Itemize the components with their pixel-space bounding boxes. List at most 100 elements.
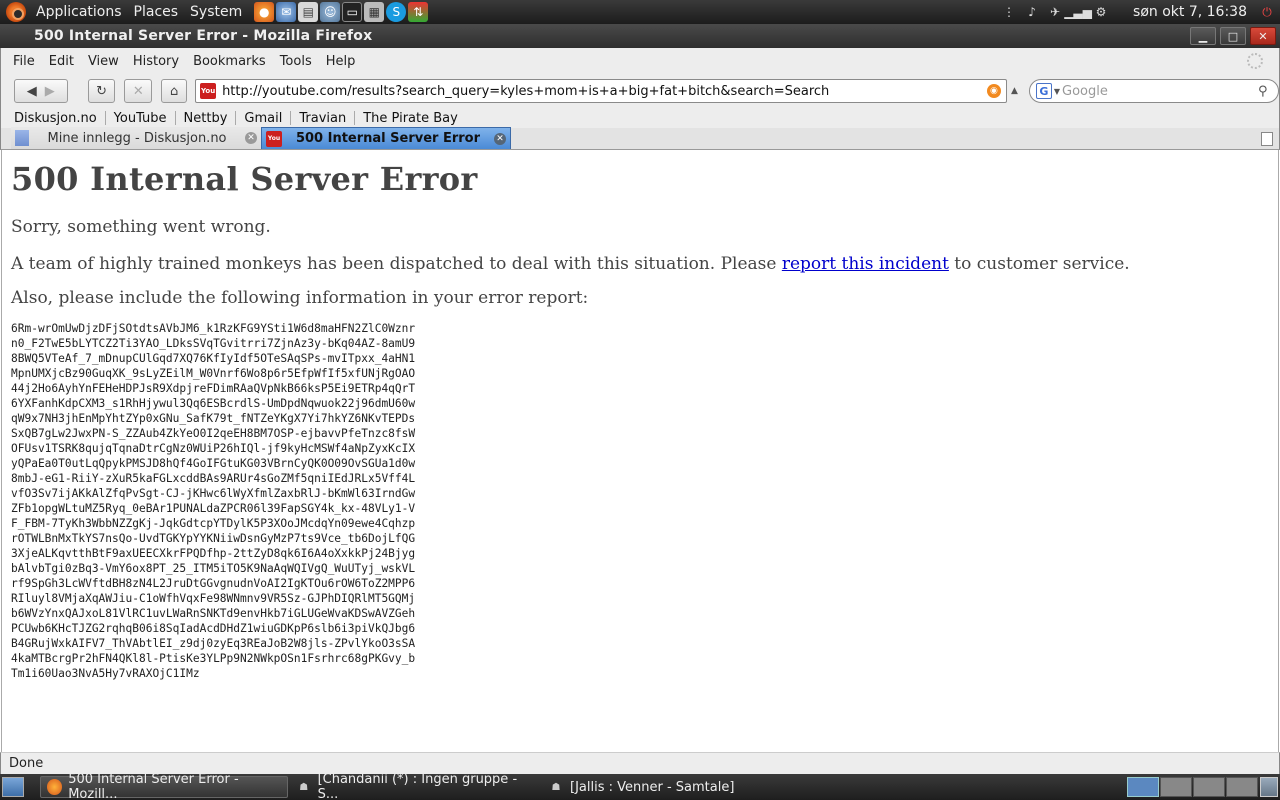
text-editor-icon[interactable]: ▤ <box>298 2 319 22</box>
forward-arrow-icon[interactable]: ▶ <box>45 84 55 99</box>
menu-history[interactable]: History <box>126 54 186 69</box>
bookmark-piratebay[interactable]: The Pirate Bay <box>355 111 466 126</box>
minimize-button[interactable]: ▁ <box>1190 27 1216 45</box>
error-line: 3XjeALKqvtthBtF9axUEECXkrFPQDfhp-2ttZyD8… <box>11 547 416 560</box>
workspace-4[interactable] <box>1226 777 1258 797</box>
menu-edit[interactable]: Edit <box>42 54 81 69</box>
ubuntu-logo-icon[interactable] <box>6 2 26 22</box>
list-all-tabs-icon[interactable] <box>1261 132 1273 146</box>
bookmark-travian[interactable]: Travian <box>291 111 354 126</box>
menu-tools[interactable]: Tools <box>273 54 319 69</box>
tab-label: 500 Internal Server Error <box>295 131 481 146</box>
terminal-icon[interactable]: ▭ <box>342 2 363 22</box>
error-report-block: 6Rm-wrOmUwDjzDFjSOtdtsAVbJM6_k1RzKFG9YSt… <box>11 321 1278 681</box>
youtube-favicon-icon: You <box>266 130 282 147</box>
error-line: ZFb1opgWLtuMZ5Ryq_0eBAr1PUNALdaZPCR06l39… <box>11 502 416 515</box>
error-line: PCUwb6KHcTJZG2rqhqB06i8SqIadAcdDHdZ1wiuG… <box>11 622 416 635</box>
google-engine-icon[interactable]: G <box>1035 83 1052 99</box>
error-heading: 500 Internal Server Error <box>11 160 478 198</box>
url-bar[interactable]: You http://youtube.com/results?search_qu… <box>195 79 1007 103</box>
home-button[interactable]: ⌂ <box>161 79 188 103</box>
trash-icon[interactable] <box>1260 777 1278 797</box>
monkeys-text-end: to customer service. <box>948 254 1130 274</box>
bookmark-youtube[interactable]: YouTube <box>106 111 175 126</box>
applications-menu[interactable]: Applications <box>30 4 128 20</box>
menu-file[interactable]: File <box>6 54 42 69</box>
taskbar-item-firefox[interactable]: 500 Internal Server Error - Mozill... <box>40 772 288 800</box>
maximize-button[interactable]: □ <box>1220 27 1246 45</box>
feed-icon[interactable]: ◉ <box>986 84 1001 98</box>
task-label: [Jallis : Venner - Samtale] <box>570 779 735 795</box>
skype-icon[interactable]: S <box>386 2 407 22</box>
places-menu[interactable]: Places <box>128 4 185 20</box>
error-line: b6WVzYnxQAJxoL81VlRC1uvLWaRnSNKTd9envHkb… <box>11 607 416 620</box>
firefox-icon[interactable]: ● <box>254 2 275 22</box>
show-desktop-icon[interactable] <box>2 777 24 797</box>
bottom-taskbar: 500 Internal Server Error - Mozill... ☗ … <box>0 772 1280 800</box>
tab-label: Mine innlegg - Diskusjon.no <box>47 130 227 146</box>
status-text: Done <box>9 756 44 771</box>
tab-500-error[interactable]: You 500 Internal Server Error ✕ <box>261 127 511 149</box>
error-line: MpnUMXjcBz90GuqXK_9sLyZEilM_W0Vnrf6Wo8p6… <box>11 367 416 380</box>
url-text[interactable]: http://youtube.com/results?search_query=… <box>222 84 987 99</box>
search-input[interactable]: Google <box>1062 84 1258 99</box>
close-tab-icon[interactable]: ✕ <box>245 132 257 144</box>
error-line: B4GRujWxkAIFV7_ThVAbtlEI_z9dj0zyEq3REaJo… <box>11 637 416 650</box>
error-line: 6YXFanhKdpCXM3_s1RhHjywul3Qq6ESBcrdlS-Um… <box>11 397 416 410</box>
signal-icon[interactable]: ▁▃▅ <box>1064 3 1092 21</box>
error-line: 6Rm-wrOmUwDjzDFjSOtdtsAVbJM6_k1RzKFG9YSt… <box>11 322 416 335</box>
bookmark-nettby[interactable]: Nettby <box>176 111 236 126</box>
shutdown-icon[interactable]: ⏻ <box>1258 3 1276 21</box>
monkeys-text: A team of highly trained monkeys has bee… <box>11 254 782 274</box>
error-line: OFUsv1TSRK8qujqTqnaDtrCgNz0WUiP26hIQl-jf… <box>11 442 416 455</box>
panel-clock[interactable]: søn okt 7, 16:38 <box>1133 4 1247 20</box>
close-window-button[interactable]: ✕ <box>1250 27 1276 45</box>
bookmarks-toolbar: Diskusjon.no YouTube Nettby Gmail Travia… <box>0 108 1280 128</box>
workspace-2[interactable] <box>1160 777 1192 797</box>
menu-bookmarks[interactable]: Bookmarks <box>186 54 273 69</box>
error-line: Tm1i60Uao3NvA5Hy7vRAXOjC1IMz <box>11 667 200 680</box>
network-icon[interactable]: ⇅ <box>408 2 429 22</box>
taskbar-item-chat-2[interactable]: ☗ [Jallis : Venner - Samtale] <box>542 776 802 798</box>
error-line: 44j2Ho6AyhYnFEHeHDPJsR9XdpjreFDimRAaQVpN… <box>11 382 416 395</box>
stop-button[interactable]: ✕ <box>124 79 153 103</box>
reload-button[interactable]: ↻ <box>87 79 116 103</box>
window-controls: ▁ □ ✕ <box>1190 27 1280 45</box>
engine-dropdown-icon[interactable]: ▼ <box>1054 87 1060 96</box>
workspace-1[interactable] <box>1127 777 1159 797</box>
close-tab-icon[interactable]: ✕ <box>494 132 506 145</box>
people-icon[interactable]: ☺ <box>320 2 341 22</box>
update-icon[interactable]: ✈ <box>1046 3 1064 21</box>
back-forward-buttons[interactable]: ◀ ▶ <box>14 79 68 103</box>
search-bar[interactable]: G ▼ Google ⚲ <box>1028 79 1280 103</box>
back-arrow-icon[interactable]: ◀ <box>27 84 37 99</box>
workspace-3[interactable] <box>1193 777 1225 797</box>
menu-help[interactable]: Help <box>319 54 363 69</box>
calculator-icon[interactable]: ▦ <box>364 2 385 22</box>
bookmark-diskusjon[interactable]: Diskusjon.no <box>1 111 105 126</box>
tab-diskusjon[interactable]: Mine innlegg - Diskusjon.no ✕ <box>11 127 261 149</box>
taskbar-item-chat-1[interactable]: ☗ [Chandanii (*) : Ingen gruppe - S... <box>290 772 542 800</box>
error-line: SxQB7gLw2JwxPN-S_ZZAub4ZkYeO0I2qeEH8BM7O… <box>11 427 416 440</box>
menu-view[interactable]: View <box>81 54 126 69</box>
tab-bar: Mine innlegg - Diskusjon.no ✕ You 500 In… <box>0 127 1280 150</box>
window-titlebar[interactable]: 500 Internal Server Error - Mozilla Fire… <box>0 24 1280 48</box>
monkeys-paragraph: A team of highly trained monkeys has bee… <box>11 254 1278 274</box>
error-line: qW9x7NH3jhEnMpYhtZYp0xGNu_SafK79t_fNTZeY… <box>11 412 416 425</box>
url-dropdown-icon[interactable]: ▲ <box>1011 86 1023 96</box>
network-manager-icon[interactable]: ⚙ <box>1092 3 1110 21</box>
panel-launchers: ● ✉ ▤ ☺ ▭ ▦ S ⇅ <box>254 2 429 22</box>
stop-icon: ✕ <box>132 83 144 99</box>
window-title: 500 Internal Server Error - Mozilla Fire… <box>34 28 373 44</box>
drag-handle-icon: ⋮ <box>1003 5 1016 19</box>
reload-icon: ↻ <box>96 83 107 99</box>
bookmark-gmail[interactable]: Gmail <box>236 111 290 126</box>
system-menu[interactable]: System <box>184 4 248 20</box>
page-icon <box>15 130 29 146</box>
search-icon[interactable]: ⚲ <box>1258 84 1272 99</box>
error-line: RIluyl8VMjaXqAWJiu-C1oWfhVqxFe98WNmnv9VR… <box>11 592 416 605</box>
error-line: F_FBM-7TyKh3WbbNZZgKj-JqkGdtcpYTDylK5P3X… <box>11 517 416 530</box>
thunderbird-icon[interactable]: ✉ <box>276 2 297 22</box>
music-icon[interactable]: ♪ <box>1023 3 1041 21</box>
report-incident-link[interactable]: report this incident <box>782 254 949 274</box>
